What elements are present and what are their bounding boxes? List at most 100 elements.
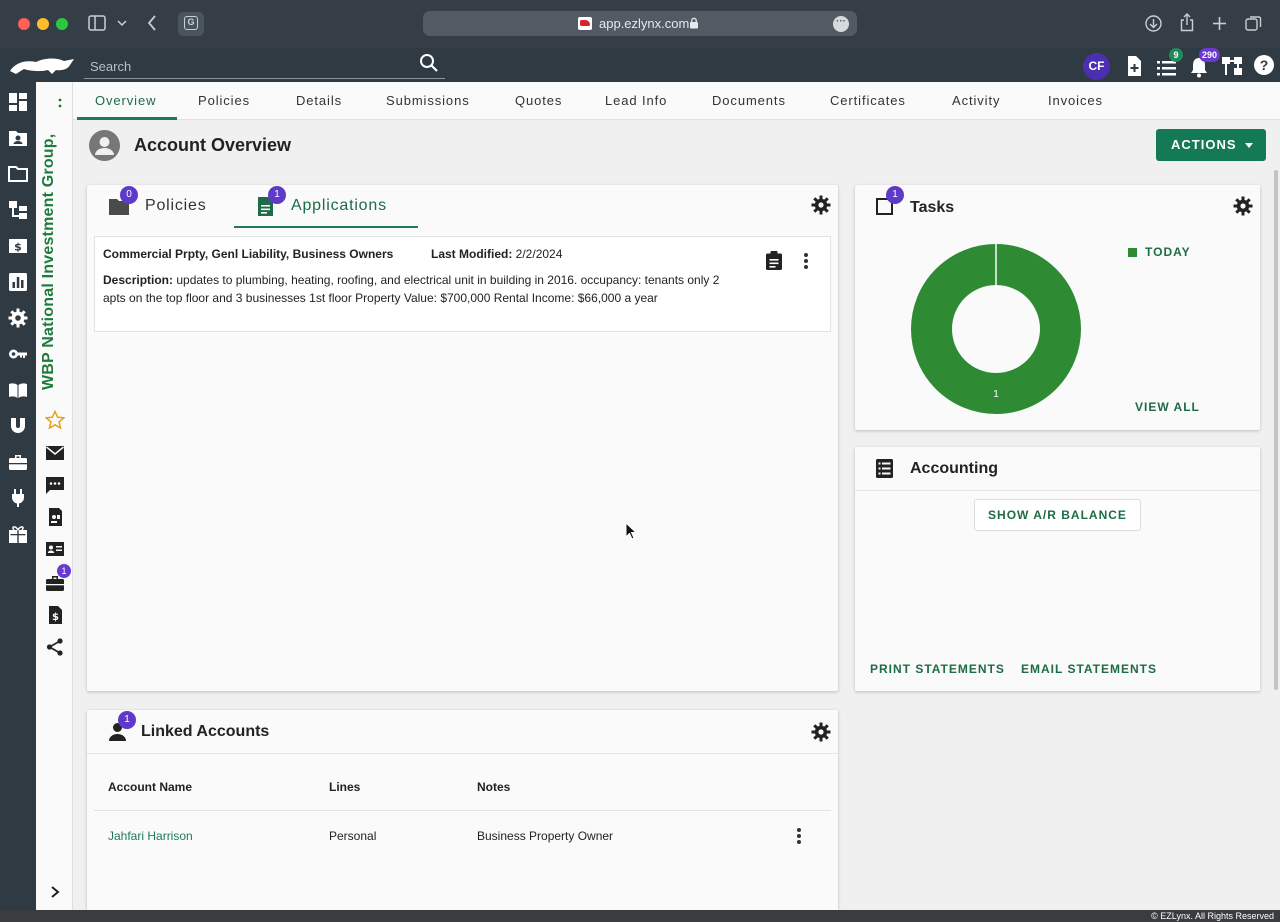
mail-icon[interactable] xyxy=(45,443,65,463)
svg-text:$: $ xyxy=(14,241,22,254)
application-more-icon[interactable] xyxy=(803,253,809,269)
view-all-tasks-link[interactable]: VIEW ALL xyxy=(1135,400,1200,414)
linked-accounts-card: 1 Linked Accounts Account Name Lines Not… xyxy=(87,710,838,910)
print-statements-link[interactable]: PRINT STATEMENTS xyxy=(870,662,1005,676)
table-header-divider xyxy=(94,810,831,811)
tab-certificates[interactable]: Certificates xyxy=(830,82,906,120)
linked-count-badge: 1 xyxy=(118,711,136,729)
mouse-cursor-icon xyxy=(625,522,637,540)
tasks-gear-icon[interactable] xyxy=(1233,196,1253,216)
tab-lead-info[interactable]: Lead Info xyxy=(605,82,667,120)
gear-icon[interactable] xyxy=(811,195,831,215)
chat-icon[interactable] xyxy=(45,475,65,495)
applications-subtab[interactable]: Applications xyxy=(291,185,387,227)
tab-overview-icon[interactable] xyxy=(1245,15,1262,32)
star-icon[interactable] xyxy=(45,410,65,430)
billing-icon[interactable]: $ xyxy=(8,236,28,256)
ezlynx-favicon-icon xyxy=(578,17,592,30)
invoice-icon[interactable]: $ xyxy=(45,605,65,625)
tab-favicon[interactable]: G xyxy=(178,12,204,36)
tab-overview[interactable]: Overview xyxy=(95,82,156,120)
donut-value-label: 1 xyxy=(993,389,999,400)
policies-subtab[interactable]: Policies xyxy=(145,185,207,227)
tasks-donut-chart: 1 xyxy=(911,244,1081,414)
caret-down-icon xyxy=(1245,143,1253,148)
linked-account-notes: Business Property Owner xyxy=(477,829,614,843)
briefcase-badge: 1 xyxy=(57,564,71,578)
id-card-icon[interactable] xyxy=(45,507,65,527)
user-avatar[interactable]: CF xyxy=(1083,53,1110,80)
tab-documents[interactable]: Documents xyxy=(712,82,786,120)
dashboard-icon[interactable] xyxy=(8,92,28,112)
clipboard-icon[interactable] xyxy=(766,251,782,270)
legend-today-label[interactable]: TODAY xyxy=(1145,245,1191,259)
gift-icon[interactable] xyxy=(8,524,28,544)
close-window-button[interactable] xyxy=(18,18,30,30)
task-list-badge: 9 xyxy=(1169,48,1183,62)
application-description: Description: updates to plumbing, heatin… xyxy=(103,273,720,305)
actions-button[interactable]: ACTIONS xyxy=(1156,129,1266,161)
org-chart-icon[interactable] xyxy=(1221,55,1243,77)
expand-chevron-icon[interactable] xyxy=(50,885,60,899)
tab-submissions[interactable]: Submissions xyxy=(386,82,470,120)
application-item[interactable]: Commercial Prpty, Genl Liability, Busine… xyxy=(94,236,831,332)
show-ar-balance-button[interactable]: SHOW A/R BALANCE xyxy=(974,499,1141,531)
tab-activity[interactable]: Activity xyxy=(952,82,1000,120)
more-icon[interactable]: ··· xyxy=(833,16,849,32)
col-header-notes[interactable]: Notes xyxy=(477,780,510,794)
key-icon[interactable] xyxy=(8,344,28,364)
book-icon[interactable] xyxy=(8,380,28,400)
ledger-icon xyxy=(876,459,893,478)
tab-quotes[interactable]: Quotes xyxy=(515,82,562,120)
tab-invoices[interactable]: Invoices xyxy=(1048,82,1103,120)
actions-label: ACTIONS xyxy=(1171,137,1237,152)
new-tab-icon[interactable] xyxy=(1212,16,1227,31)
linked-account-lines: Personal xyxy=(329,829,377,843)
col-header-account-name[interactable]: Account Name xyxy=(108,780,192,794)
briefcase-icon[interactable] xyxy=(8,452,28,472)
minimize-window-button[interactable] xyxy=(37,18,49,30)
new-document-icon[interactable] xyxy=(1123,55,1145,77)
url-text: app.ezlynx.com xyxy=(599,16,690,31)
contacts-folder-icon[interactable] xyxy=(8,128,28,148)
address-bar[interactable]: app.ezlynx.com ··· xyxy=(423,11,857,36)
reports-icon[interactable] xyxy=(8,272,28,292)
chevron-down-icon[interactable] xyxy=(117,19,127,27)
help-icon[interactable]: ? xyxy=(1254,55,1274,75)
account-tabs: Overview Policies Details Submissions Qu… xyxy=(73,82,1280,120)
page-header: Account Overview ACTIONS xyxy=(73,120,1280,170)
linked-row-more-icon[interactable] xyxy=(796,828,802,844)
col-header-lines[interactable]: Lines xyxy=(329,780,360,794)
main-nav-rail: $ xyxy=(0,82,36,910)
share-network-icon[interactable] xyxy=(45,637,65,657)
search-input[interactable] xyxy=(84,57,404,75)
account-menu-icon[interactable] xyxy=(58,98,62,108)
search-icon[interactable] xyxy=(419,53,439,73)
download-icon[interactable] xyxy=(1145,15,1162,32)
svg-text:$: $ xyxy=(52,612,59,623)
linked-accounts-title: Linked Accounts xyxy=(141,723,270,740)
contact-card-icon[interactable] xyxy=(45,539,65,559)
sidebar-toggle-icon[interactable] xyxy=(88,15,106,31)
tab-policies[interactable]: Policies xyxy=(198,82,250,120)
page-scrollbar[interactable] xyxy=(1274,170,1278,690)
workflow-icon[interactable] xyxy=(8,200,28,220)
email-statements-link[interactable]: EMAIL STATEMENTS xyxy=(1021,662,1157,676)
share-icon[interactable] xyxy=(1180,13,1194,32)
browser-toolbar: G app.ezlynx.com ··· xyxy=(0,0,1280,48)
linked-account-name-link[interactable]: Jahfari Harrison xyxy=(108,829,193,843)
lock-icon xyxy=(690,17,698,29)
back-icon[interactable] xyxy=(147,15,157,31)
plug-icon[interactable] xyxy=(8,488,28,508)
tasks-title: Tasks xyxy=(910,199,955,216)
accounting-title: Accounting xyxy=(910,460,998,477)
notification-badge: 290 xyxy=(1199,48,1221,62)
tab-details[interactable]: Details xyxy=(296,82,342,120)
ezlynx-logo-icon[interactable] xyxy=(8,56,76,76)
folder-icon[interactable] xyxy=(8,164,28,184)
maximize-window-button[interactable] xyxy=(56,18,68,30)
magnet-icon[interactable] xyxy=(8,416,28,436)
settings-gear-icon[interactable] xyxy=(8,308,28,328)
linked-gear-icon[interactable] xyxy=(811,722,831,742)
search-box[interactable] xyxy=(84,51,445,79)
